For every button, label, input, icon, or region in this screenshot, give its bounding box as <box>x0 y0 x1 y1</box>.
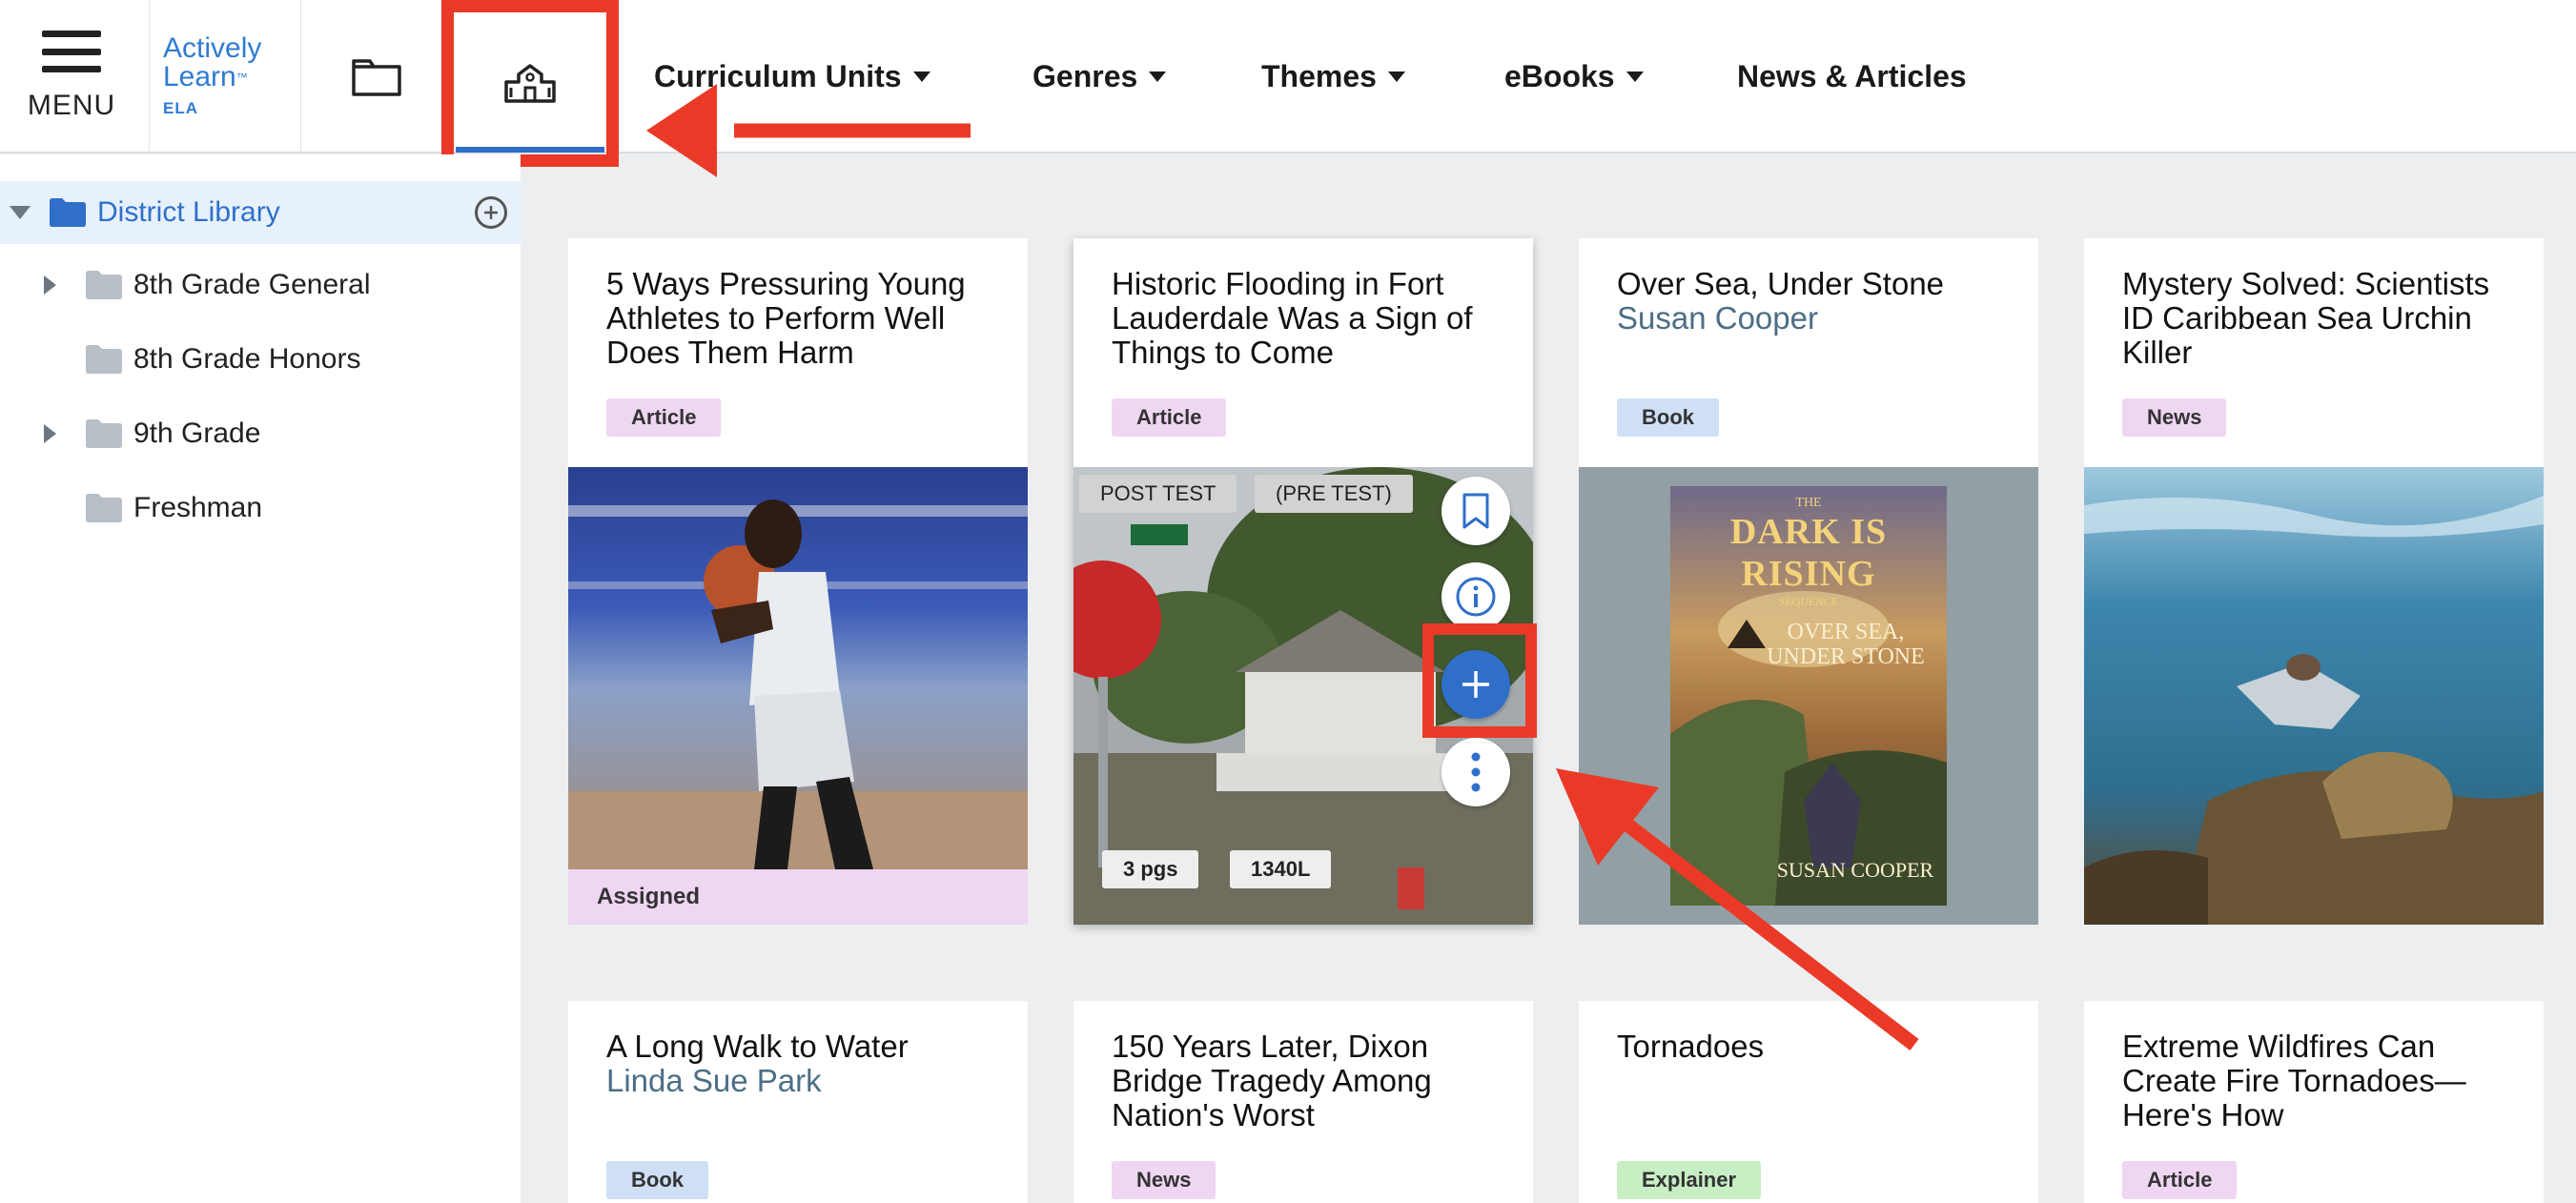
annotation-arrow-to-add <box>1556 768 1919 1050</box>
annotation-arrows <box>646 84 1919 1050</box>
annotation-arrow-to-library <box>646 84 971 177</box>
